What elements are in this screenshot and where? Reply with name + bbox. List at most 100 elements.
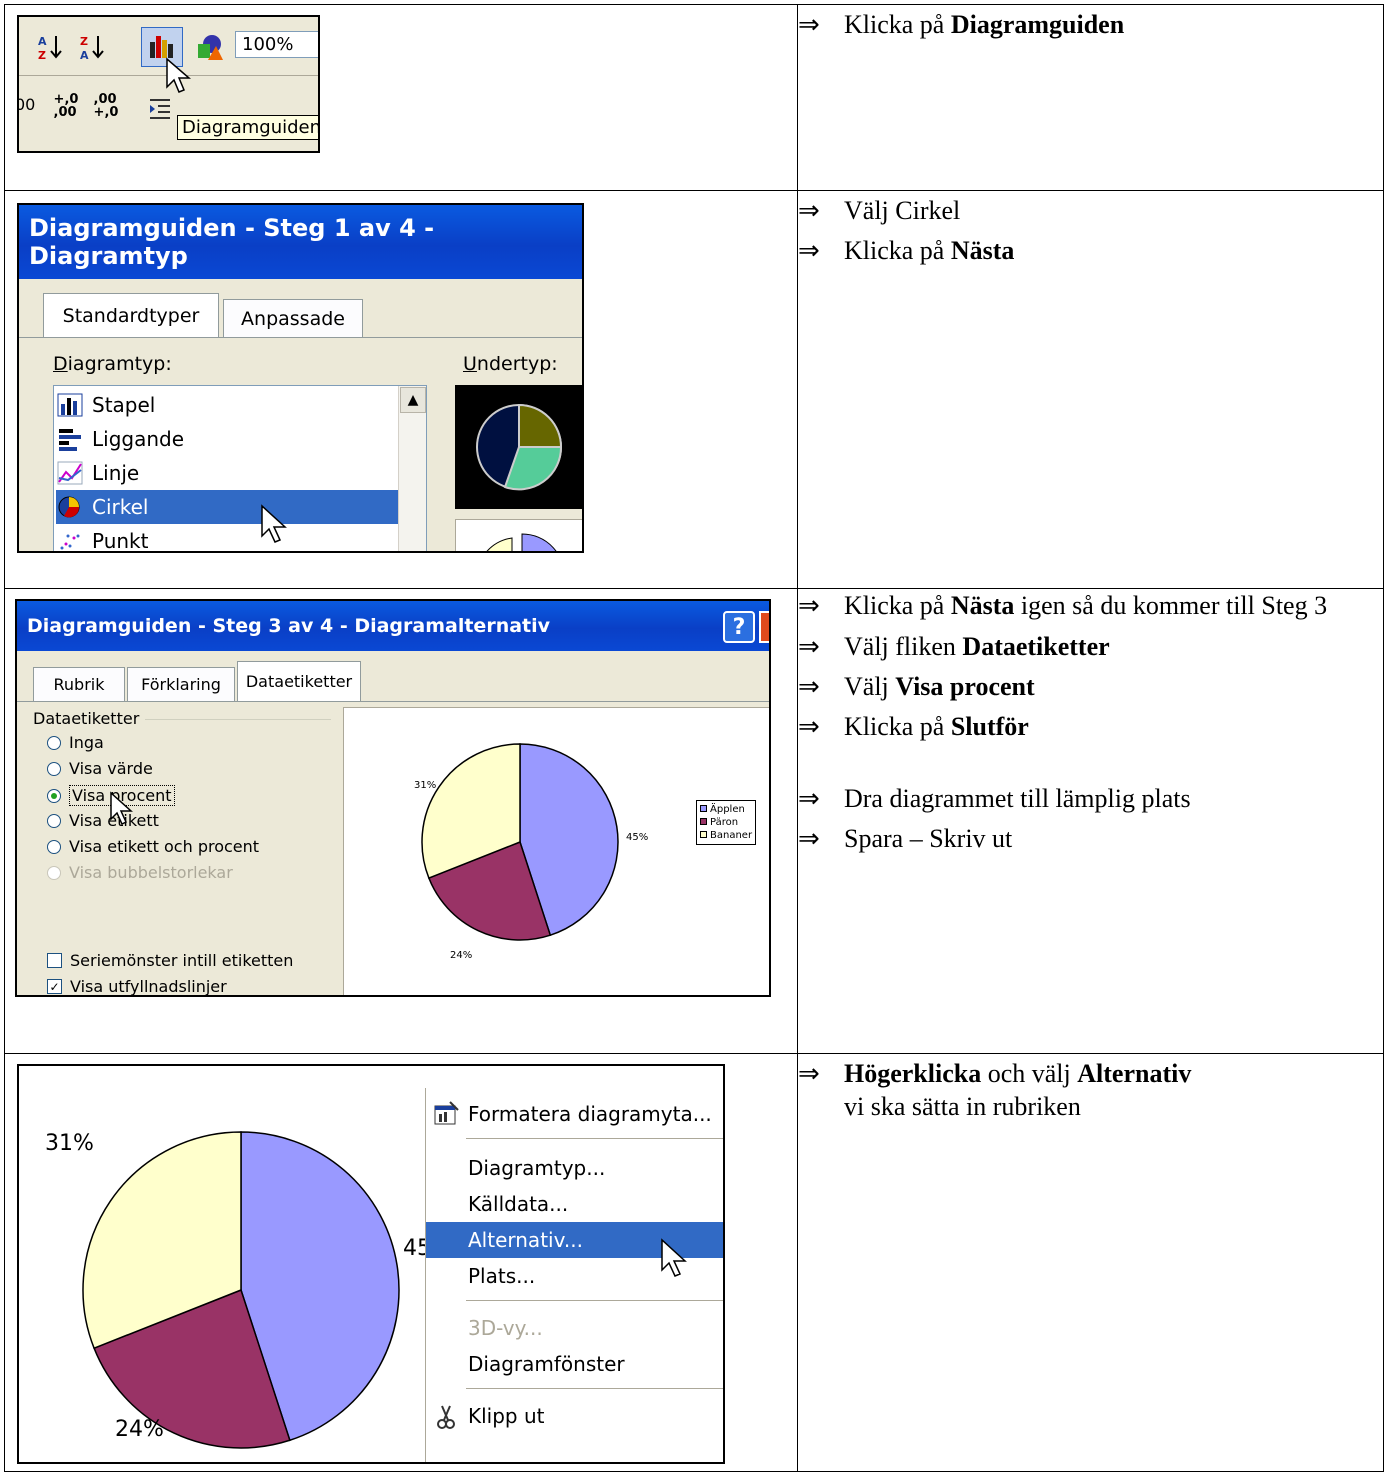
line-chart-icon xyxy=(57,461,83,485)
sort-ascending-icon[interactable]: AZ xyxy=(33,29,69,65)
group-line xyxy=(145,719,331,720)
instruction-cell-3: ⇒ Klicka på Nästa igen så du kommer till … xyxy=(797,588,1384,1054)
tab-forklaring[interactable]: Förklaring xyxy=(127,667,235,701)
svg-text:Z: Z xyxy=(38,49,46,62)
screenshot-cell-3: Diagramguiden - Steg 3 av 4 - Diagramalt… xyxy=(4,588,798,1054)
step-bold: Nästa xyxy=(950,591,1015,620)
step-text: Klicka på xyxy=(844,591,951,620)
sort-descending-icon[interactable]: ZA xyxy=(75,29,111,65)
svg-text:A: A xyxy=(38,35,47,48)
list-item-liggande[interactable]: Liggande xyxy=(56,422,424,456)
menu-item-klipp-ut[interactable]: Klipp ut xyxy=(426,1398,723,1434)
legend-item: Bananer xyxy=(700,829,752,842)
arrow-icon: ⇒ xyxy=(798,196,820,225)
menu-separator xyxy=(466,1388,723,1389)
drawing-icon[interactable] xyxy=(191,29,227,65)
pie-data-label: 45% xyxy=(626,832,648,843)
checkbox-utfyllnadslinjer[interactable]: ✓ Visa utfyllnadslinjer xyxy=(47,977,227,995)
legend-swatch xyxy=(700,831,707,838)
tab-dataetiketter[interactable]: Dataetiketter xyxy=(237,661,361,701)
decrease-decimal-icon[interactable]: ,00 +,0 xyxy=(89,87,123,125)
radio-inga[interactable]: Inga xyxy=(47,733,104,752)
preview-area: 45% 24% 31% Äpplen Päron Bananer xyxy=(343,707,769,995)
instruction-cell-1: ⇒ Klicka på Diagramguiden xyxy=(797,4,1384,191)
menu-item-diagramfonster[interactable]: Diagramfönster xyxy=(426,1346,723,1382)
mouse-cursor-icon xyxy=(661,1238,687,1277)
arrow-icon: ⇒ xyxy=(798,632,820,661)
step-bold: Dataetiketter xyxy=(962,632,1110,661)
arrow-icon: ⇒ xyxy=(798,784,820,813)
exploded-pie-icon xyxy=(486,533,557,551)
menu-item-3d-vy: 3D-vy... xyxy=(468,1316,543,1340)
list-item-punkt[interactable]: Punkt xyxy=(56,524,424,551)
tab-anpassade[interactable]: Anpassade xyxy=(223,299,363,337)
step-text: Välj Cirkel xyxy=(844,196,961,225)
subtype-preview-selected[interactable] xyxy=(455,385,582,509)
list-item-stapel[interactable]: Stapel xyxy=(56,388,424,422)
step-item: ⇒ Välj Visa procent xyxy=(798,667,1383,707)
step-item: ⇒ Klicka på Nästa igen så du kommer till … xyxy=(798,589,1383,623)
step-bold: Diagramguiden xyxy=(950,10,1125,39)
menu-separator xyxy=(466,1300,723,1301)
checkbox-seriemonster[interactable]: Seriemönster intill etiketten xyxy=(47,951,293,970)
step-item: ⇒ Klicka på Slutför xyxy=(798,707,1383,747)
mouse-cursor-icon xyxy=(166,57,192,93)
preview-pie-chart: 45% 24% 31% xyxy=(414,743,648,961)
radio-visa-varde[interactable]: Visa värde xyxy=(47,759,153,778)
subtype-preview-2[interactable] xyxy=(455,519,582,551)
arrow-icon: ⇒ xyxy=(798,10,820,39)
tab-rubrik[interactable]: Rubrik xyxy=(33,667,125,701)
help-button[interactable]: ? xyxy=(723,611,755,643)
radio-visa-bubbelstorlekar: Visa bubbelstorlekar xyxy=(47,863,233,882)
tab-standardtyper[interactable]: Standardtyper xyxy=(43,293,219,337)
pie-chart-icon xyxy=(58,496,80,518)
pie-data-label: 24% xyxy=(115,1417,164,1442)
menu-item-kalldata[interactable]: Källdata... xyxy=(426,1186,723,1222)
step-note: vi ska sätta in rubriken xyxy=(844,1092,1081,1121)
list-item-linje[interactable]: Linje xyxy=(56,456,424,490)
tab-panel-line xyxy=(17,701,769,702)
arrow-icon: ⇒ xyxy=(798,591,820,620)
dialog-title: Diagramguiden - Steg 1 av 4 - Diagramtyp xyxy=(19,205,582,279)
scatter-chart-icon xyxy=(60,534,80,550)
steps-list-2: ⇒ Välj Cirkel ⇒ Klicka på Nästa xyxy=(798,191,1383,271)
step-item: ⇒ Välj Cirkel xyxy=(798,191,1383,231)
scroll-up-button[interactable]: ▲ xyxy=(400,387,426,413)
partial-button-label: 00 xyxy=(17,95,36,114)
menu-item-formatera[interactable]: Formatera diagramyta... xyxy=(426,1096,723,1132)
menu-item-diagramtyp[interactable]: Diagramtyp... xyxy=(426,1150,723,1186)
screenshot-cell-1: AZ ZA 100% 00 +,0 ,00 ,00 +,0 Diagramgui… xyxy=(4,4,798,191)
list-item-cirkel[interactable]: Cirkel xyxy=(56,490,424,524)
toolbar-screenshot: AZ ZA 100% 00 +,0 ,00 ,00 +,0 Diagramgui… xyxy=(17,15,320,153)
step-row-3: Diagramguiden - Steg 3 av 4 - Diagramalt… xyxy=(4,588,1384,1054)
context-menu: Formatera diagramyta... Diagramtyp... Kä… xyxy=(425,1088,723,1462)
step-bold: Slutför xyxy=(950,712,1029,741)
zoom-box[interactable]: 100% xyxy=(235,31,318,58)
bar-chart-icon xyxy=(59,429,81,451)
step-text: Klicka på xyxy=(844,236,951,265)
dialog-step3-screenshot: Diagramguiden - Steg 3 av 4 - Diagramalt… xyxy=(15,599,771,997)
close-button[interactable] xyxy=(759,611,769,643)
chart-pie: 24% 31% xyxy=(45,1131,400,1449)
step-text: igen så du kommer till Steg 3 xyxy=(1014,591,1328,620)
dialog-body: Standardtyper Anpassade Diagramtyp: Unde… xyxy=(19,279,582,551)
tab-panel-line xyxy=(19,337,582,338)
radio-visa-etikett[interactable]: Visa etikett xyxy=(47,811,159,830)
mouse-cursor-icon xyxy=(261,504,287,543)
preview-legend: Äpplen Päron Bananer xyxy=(696,800,757,845)
step-text: Klicka på xyxy=(844,712,951,741)
dark-pie-icon xyxy=(476,403,563,491)
dialog-title: Diagramguiden - Steg 3 av 4 - Diagramalt… xyxy=(17,601,769,651)
step-item: ⇒ Spara – Skriv ut xyxy=(798,819,1383,859)
undertyp-label: Undertyp: xyxy=(463,353,558,375)
arrow-icon: ⇒ xyxy=(798,824,820,853)
increase-decimal-icon[interactable]: +,0 ,00 xyxy=(49,87,83,125)
step-item: ⇒ Klicka på Nästa xyxy=(798,231,1383,271)
legend-item: Päron xyxy=(700,816,752,829)
mouse-cursor-icon xyxy=(110,791,133,826)
radio-visa-etikett-och-procent[interactable]: Visa etikett och procent xyxy=(47,837,259,856)
chart-type-list[interactable]: Stapel Liggande Linje Cirkel Punkt ▲ xyxy=(53,385,427,551)
legend-swatch xyxy=(700,805,707,812)
step-bold: Visa procent xyxy=(895,672,1035,701)
list-scrollbar[interactable]: ▲ xyxy=(398,386,426,551)
